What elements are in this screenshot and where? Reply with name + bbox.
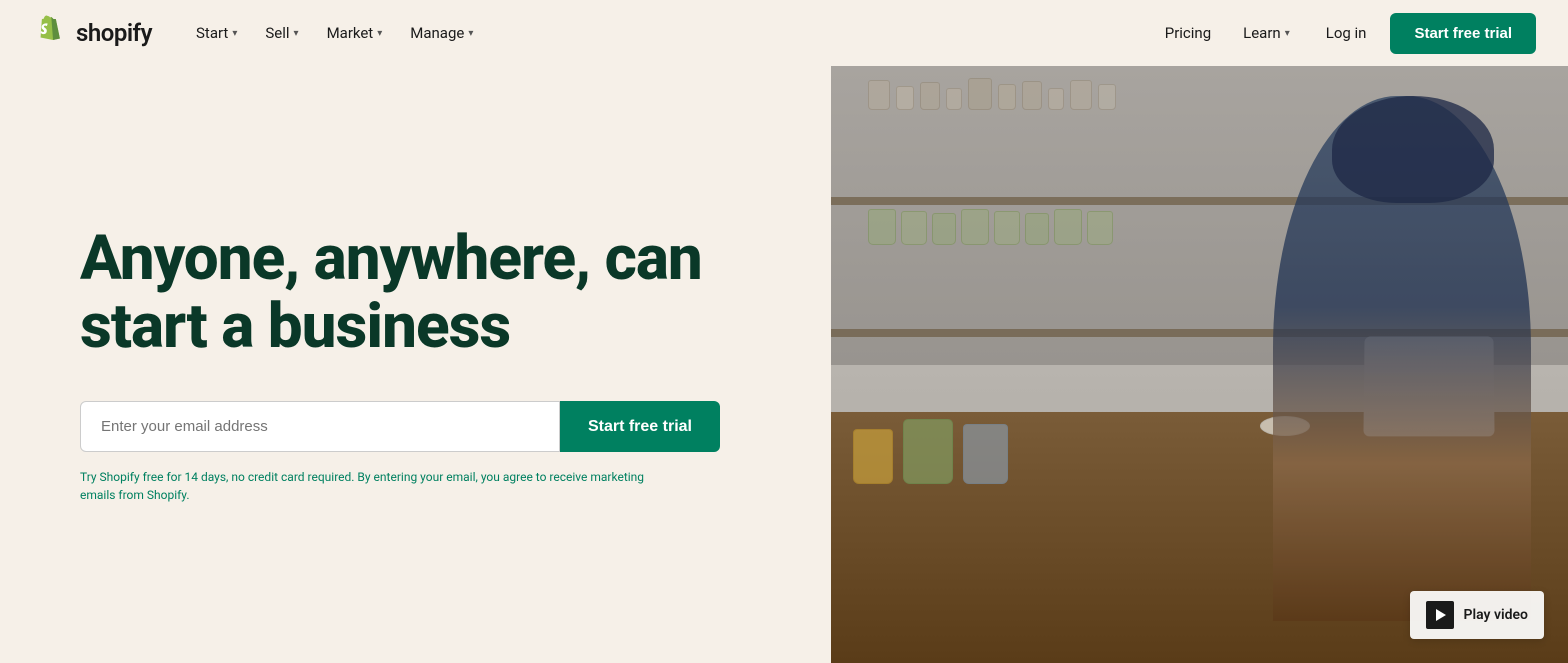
shopify-logo[interactable]: shopify [32,15,152,51]
person-head-covering [1332,96,1494,203]
jar-green-3 [932,213,956,245]
jar-1 [868,80,890,110]
jar-2 [896,86,914,110]
market-chevron-icon: ▾ [377,28,382,39]
hero-start-trial-button[interactable]: Start free trial [560,401,720,452]
table-jar-amber-1 [853,429,893,484]
hero-scene [831,66,1568,663]
hero-heading: Anyone, anywhere, can start a business [80,225,771,361]
navbar: shopify Start ▾ Sell ▾ Market ▾ Manage ▾… [0,0,1568,66]
learn-chevron-icon: ▾ [1285,28,1290,39]
nav-start-trial-button[interactable]: Start free trial [1390,13,1536,54]
top-shelf-jars [868,78,1116,110]
hero-image-area: Play video [831,66,1568,663]
hero-content: Anyone, anywhere, can start a business S… [0,66,831,663]
table-jars [853,419,1008,484]
jar-green-1 [868,209,896,245]
jar-8 [1048,88,1064,110]
jar-green-5 [994,211,1020,245]
shopify-logo-icon [32,15,68,51]
jar-5 [968,78,992,110]
sell-chevron-icon: ▾ [294,28,299,39]
disclaimer-text: Try Shopify free for 14 days, no credit … [80,468,660,504]
jar-green-6 [1025,213,1049,245]
navbar-right: Pricing Learn ▾ Log in Start free trial [1153,13,1536,54]
play-video-button[interactable]: Play video [1410,591,1544,639]
nav-learn[interactable]: Learn ▾ [1231,16,1302,50]
shopify-wordmark: shopify [76,19,152,47]
nav-manage[interactable]: Manage ▾ [398,16,485,50]
jar-green-4 [961,209,989,245]
manage-chevron-icon: ▾ [468,28,473,39]
navbar-left: shopify Start ▾ Sell ▾ Market ▾ Manage ▾ [32,15,485,51]
jar-green-8 [1087,211,1113,245]
jar-7 [1022,81,1042,110]
table-jar-blue [963,424,1008,484]
play-icon [1426,601,1454,629]
jar-green-2 [901,211,927,245]
jar-6 [998,84,1016,110]
table-jar-green-1 [903,419,953,484]
jar-4 [946,88,962,110]
email-form: Start free trial [80,401,720,452]
nav-primary: Start ▾ Sell ▾ Market ▾ Manage ▾ [184,16,485,50]
nav-pricing[interactable]: Pricing [1153,16,1223,50]
jar-10 [1098,84,1116,110]
jar-9 [1070,80,1092,110]
jar-green-7 [1054,209,1082,245]
play-video-label: Play video [1464,607,1528,623]
nav-market[interactable]: Market ▾ [315,16,395,50]
email-input[interactable] [80,401,560,452]
hero-section: Anyone, anywhere, can start a business S… [0,66,1568,663]
nav-start[interactable]: Start ▾ [184,16,249,50]
jar-3 [920,82,940,110]
login-button[interactable]: Log in [1310,16,1383,50]
play-triangle-icon [1436,609,1446,621]
nav-sell[interactable]: Sell ▾ [253,16,310,50]
start-chevron-icon: ▾ [232,28,237,39]
